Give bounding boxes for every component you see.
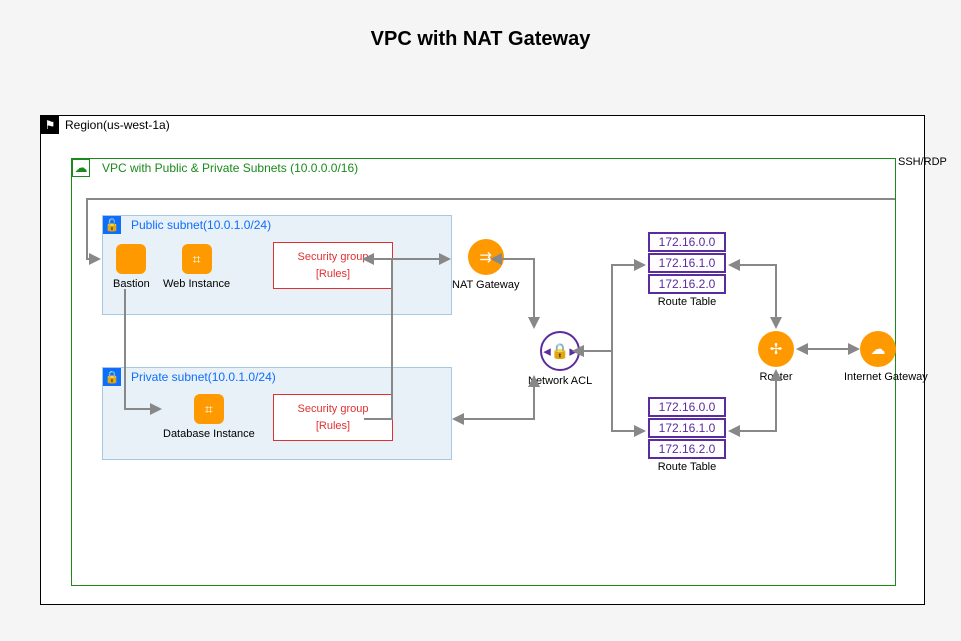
public-subnet-label: Public subnet(10.0.1.0/24) bbox=[131, 218, 271, 232]
web-instance-icon: ⌗ bbox=[182, 244, 212, 274]
vpc-container: ☁ VPC with Public & Private Subnets (10.… bbox=[71, 158, 896, 586]
private-security-group: Security group [Rules] bbox=[273, 394, 393, 441]
route-table-1: 172.16.0.0 172.16.1.0 172.16.2.0 Route T… bbox=[648, 231, 726, 308]
network-acl-icon: ◂🔒▸ bbox=[540, 331, 580, 371]
route-entry: 172.16.1.0 bbox=[648, 418, 726, 438]
lock-icon: 🔓 bbox=[103, 216, 121, 234]
web-instance-label: Web Instance bbox=[163, 278, 230, 290]
route-entry: 172.16.0.0 bbox=[648, 397, 726, 417]
database-label: Database Instance bbox=[163, 428, 255, 440]
internet-gateway: ☁ Internet Gateway bbox=[844, 331, 912, 383]
database-instance: ⌗ Database Instance bbox=[163, 394, 255, 440]
secgroup-title: Security group bbox=[280, 403, 386, 415]
network-acl-label: Network ACL bbox=[528, 375, 592, 387]
secgroup-rules: [Rules] bbox=[280, 268, 386, 280]
nat-gateway-icon: ⇉ bbox=[468, 239, 504, 275]
route-table-label: Route Table bbox=[648, 461, 726, 473]
router: ✢ Router bbox=[758, 331, 794, 383]
region-label: Region(us-west-1a) bbox=[65, 118, 170, 132]
region-flag-icon: ⚑ bbox=[41, 116, 59, 134]
web-instance: ⌗ Web Instance bbox=[163, 244, 230, 290]
route-entry: 172.16.0.0 bbox=[648, 232, 726, 252]
cloud-icon: ☁ bbox=[72, 159, 90, 177]
ssh-rdp-label: SSH/RDP bbox=[898, 156, 947, 168]
public-security-group: Security group [Rules] bbox=[273, 242, 393, 289]
bastion-host: Bastion bbox=[113, 244, 150, 290]
route-table-2: 172.16.0.0 172.16.1.0 172.16.2.0 Route T… bbox=[648, 396, 726, 473]
cloud-gateway-icon: ☁ bbox=[860, 331, 896, 367]
network-acl: ◂🔒▸ Network ACL bbox=[528, 331, 592, 387]
router-label: Router bbox=[758, 371, 794, 383]
router-icon: ✢ bbox=[758, 331, 794, 367]
database-icon: ⌗ bbox=[194, 394, 224, 424]
diagram-title: VPC with NAT Gateway bbox=[0, 0, 961, 51]
route-entry: 172.16.2.0 bbox=[648, 439, 726, 459]
nat-gateway: ⇉ NAT Gateway bbox=[452, 239, 519, 291]
bastion-label: Bastion bbox=[113, 278, 150, 290]
route-table-label: Route Table bbox=[648, 296, 726, 308]
secgroup-title: Security group bbox=[280, 251, 386, 263]
igw-label: Internet Gateway bbox=[844, 371, 912, 383]
vpc-label: VPC with Public & Private Subnets (10.0.… bbox=[102, 161, 358, 175]
route-entry: 172.16.1.0 bbox=[648, 253, 726, 273]
lock-icon: 🔒 bbox=[103, 368, 121, 386]
private-subnet-box: 🔒 Private subnet(10.0.1.0/24) ⌗ Database… bbox=[102, 367, 452, 460]
bastion-icon bbox=[116, 244, 146, 274]
nat-label: NAT Gateway bbox=[452, 279, 519, 291]
secgroup-rules: [Rules] bbox=[280, 420, 386, 432]
region-container: ⚑ Region(us-west-1a) SSH/RDP ☁ VPC with … bbox=[40, 115, 925, 605]
route-entry: 172.16.2.0 bbox=[648, 274, 726, 294]
public-subnet-box: 🔓 Public subnet(10.0.1.0/24) Bastion ⌗ W… bbox=[102, 215, 452, 315]
private-subnet-label: Private subnet(10.0.1.0/24) bbox=[131, 370, 276, 384]
